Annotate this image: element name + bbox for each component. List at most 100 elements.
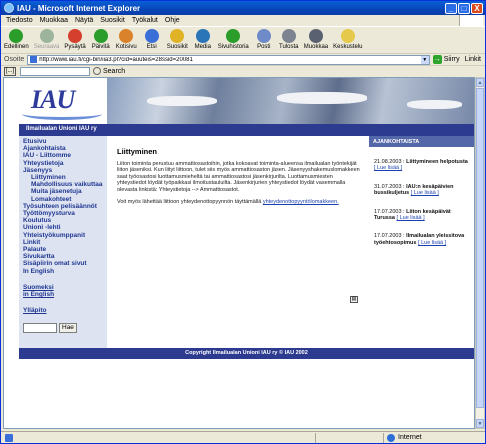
read-more-link[interactable]: [ Lue lisää ]: [418, 240, 446, 246]
nav-item[interactable]: Yhteystietoja: [23, 160, 107, 167]
read-more-link[interactable]: [ Lue lisää ]: [411, 190, 439, 196]
toolbar-search-input[interactable]: [20, 66, 90, 76]
toolbar-button-label: Edellinen: [4, 44, 29, 50]
window-title: IAU - Microsoft Internet Explorer: [17, 3, 141, 13]
menu-favorites[interactable]: Suosikit: [100, 17, 125, 24]
toolbar-button-label: Posti: [257, 44, 271, 50]
menu-tools[interactable]: Työkalut: [132, 17, 158, 24]
toolbar-button-label: Keskustelu: [333, 44, 363, 50]
toolbar-button-star[interactable]: Suosikit: [167, 27, 188, 50]
home-icon: [119, 29, 134, 43]
menu-view[interactable]: Näytä: [75, 17, 93, 24]
menu-help[interactable]: Ohje: [165, 17, 180, 24]
nav-item[interactable]: Palaute: [23, 246, 107, 253]
minimize-button[interactable]: _: [445, 2, 457, 14]
site-search-button[interactable]: Hae: [59, 323, 77, 334]
ie-logo-icon: [4, 3, 14, 13]
org-name: Ilmailualan Unioni IAU ry: [26, 126, 97, 132]
left-navigation: Etusivu Ajankohtaista IAU - Liittomme Yhtey…: [19, 136, 107, 348]
news-list: 21.08.2003 : Liittymineen helpotusta [ L…: [369, 159, 474, 246]
toolbar-button-refresh[interactable]: Päivitä: [91, 27, 111, 50]
scroll-up-icon[interactable]: ▲: [476, 78, 484, 87]
nav-item[interactable]: Yhteistyökumppanit: [23, 232, 107, 239]
nav-item[interactable]: Sisäpiirin omat sivut: [23, 260, 107, 267]
menu-edit[interactable]: Muokkaa: [40, 17, 68, 24]
scroll-thumb[interactable]: [476, 88, 484, 408]
search-toolbar: [...] Search: [1, 65, 485, 76]
title-bar[interactable]: IAU - Microsoft Internet Explorer _ □ X: [1, 1, 485, 15]
nav-item[interactable]: In English: [23, 268, 107, 275]
toolbar-button-print[interactable]: Tulosta: [279, 27, 299, 50]
scroll-down-icon[interactable]: ▼: [476, 419, 484, 428]
maximize-button[interactable]: □: [458, 2, 470, 14]
site-search-input[interactable]: [23, 323, 57, 334]
nav-item[interactable]: Mahdollisuus vaikuttaa: [23, 181, 107, 188]
read-more-link[interactable]: [ Lue lisää ]: [397, 215, 425, 221]
toolbar-button-label: Media: [194, 44, 211, 50]
edit-icon: [308, 29, 323, 43]
news-title: Liittymineen helpotusta: [406, 159, 468, 165]
toolbar-button-label: Muokkaa: [303, 44, 329, 50]
nav-item[interactable]: Työsuhteen pelisäännöt: [23, 203, 107, 210]
nav-item[interactable]: Liittyminen: [23, 174, 107, 181]
nav-item[interactable]: IAU - Liittomme: [23, 152, 107, 159]
language-link[interactable]: in English: [23, 291, 107, 298]
nav-item[interactable]: Lomakohteet: [23, 196, 107, 203]
windows-flag-icon: [459, 15, 483, 26]
toolbar-button-history[interactable]: Sivuhistoria: [218, 27, 249, 50]
page-icon: [30, 56, 38, 63]
nav-item[interactable]: Työttömyysturva: [23, 210, 107, 217]
site-banner: IAU Ilmailualan Unioni IAU ry: [19, 78, 474, 136]
nav-item[interactable]: Sivukartta: [23, 253, 107, 260]
read-more-link[interactable]: [ Lue lisää ]: [374, 165, 402, 171]
contact-paragraph: Voit myös lähettää liittoon yhteydenotto…: [117, 199, 362, 205]
news-item: 17.07.2003 : Ilmailualan yleissitova työ…: [374, 233, 465, 246]
language-link[interactable]: Suomeksi: [23, 284, 107, 291]
go-button[interactable]: → Siirry: [432, 55, 460, 64]
toolbar-search-button[interactable]: Search: [93, 67, 125, 75]
news-column: AJANKOHTAISTA 21.08.2003 : Liittymineen …: [369, 136, 474, 348]
nav-item[interactable]: Jäsenyys: [23, 167, 107, 174]
news-heading: AJANKOHTAISTA: [369, 136, 474, 147]
address-bar: Osoite http://www.iau.fi/cgi-bin/iia3.pl…: [1, 53, 485, 65]
toolbar-button-discuss[interactable]: Keskustelu: [333, 27, 362, 50]
menu-file[interactable]: Tiedosto: [6, 17, 33, 24]
site-footer: Copyright Ilmailualan Unioni IAU ry © IA…: [19, 348, 474, 359]
vertical-scrollbar[interactable]: ▲ ▼: [475, 77, 485, 429]
toolbar-button-media[interactable]: Media: [193, 27, 213, 50]
news-item: 31.07.2003 : IAU:n kesäpäivien bussikulj…: [374, 183, 454, 197]
logo-area[interactable]: IAU: [19, 78, 107, 124]
toolbar-button-mail[interactable]: Posti: [254, 27, 274, 50]
security-zone: Internet: [383, 432, 485, 443]
forward-icon: [39, 29, 54, 43]
magnifier-icon: [93, 67, 101, 75]
close-button[interactable]: X: [471, 2, 483, 14]
news-item: 17.07.2003 : Liiton kesäpäivät Turussa […: [374, 208, 451, 222]
nav-item[interactable]: Etusivu: [23, 138, 107, 145]
search-icon: [144, 29, 159, 43]
nav-item[interactable]: Ajankohtaista: [23, 145, 107, 152]
contact-form-link[interactable]: yhteydenottopyyntölomakkeen.: [263, 199, 339, 205]
go-arrow-icon: →: [432, 55, 442, 64]
toolbar-button-back[interactable]: Edellinen: [4, 27, 29, 50]
address-url[interactable]: http://www.iau.fi/cgi-bin/iia3.pl?cid=au…: [39, 57, 420, 63]
toolbar-button-home[interactable]: Kotisivu: [116, 27, 137, 50]
toolbar-button-label: Seuraava: [33, 44, 60, 50]
admin-link[interactable]: Ylläpito: [23, 307, 107, 314]
nav-item[interactable]: Koulutus: [23, 217, 107, 224]
nav-item[interactable]: Muita jäsenetuja: [23, 188, 107, 195]
airplane-shape: [147, 96, 217, 106]
address-input[interactable]: http://www.iau.fi/cgi-bin/iia3.pl?cid=au…: [27, 54, 430, 65]
toolbar-button-forward[interactable]: Seuraava: [33, 27, 60, 50]
contact-text: Voit myös lähettää liittoon yhteydenotto…: [117, 199, 262, 206]
toolbar-button-search[interactable]: Etsi: [142, 27, 162, 50]
toolbar-button-edit[interactable]: Muokkaa: [304, 27, 328, 50]
address-dropdown-icon[interactable]: ▼: [420, 55, 429, 64]
print-icon[interactable]: ▤: [350, 296, 358, 303]
links-button[interactable]: Linkit: [465, 56, 481, 63]
nav-item[interactable]: Linkit: [23, 239, 107, 246]
nav-item[interactable]: Unioni -lehti: [23, 224, 107, 231]
toolbar-button-stop[interactable]: Pysäytä: [64, 27, 86, 50]
search-toolbar-logo[interactable]: [...]: [4, 66, 16, 76]
toolbar-button-label: Pysäytä: [64, 44, 86, 50]
